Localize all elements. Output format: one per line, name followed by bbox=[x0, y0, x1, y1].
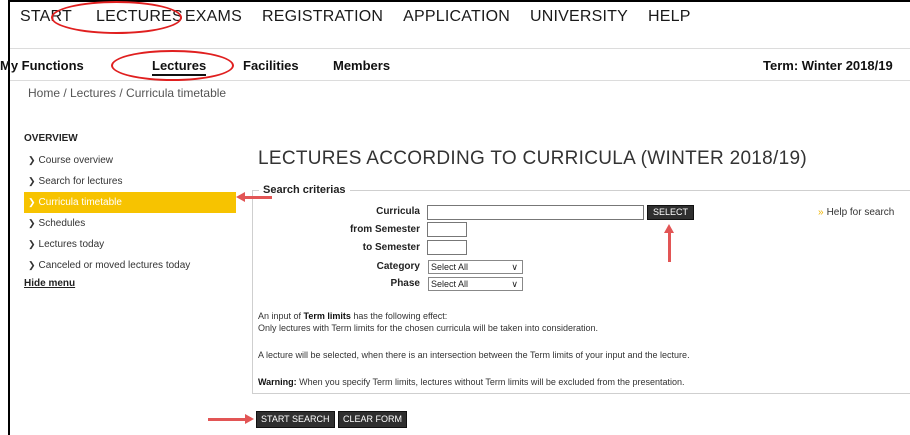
help-for-search-link[interactable]: » Help for search bbox=[818, 207, 894, 218]
top-nav-divider bbox=[10, 48, 910, 49]
to-semester-label: to Semester bbox=[362, 242, 420, 253]
info-consideration: Only lectures with Term limits for the c… bbox=[258, 323, 598, 333]
sub-nav-my-functions[interactable]: My Functions bbox=[0, 58, 84, 73]
sidebar-item-schedules[interactable]: ❯ Schedules bbox=[24, 213, 236, 234]
double-chevron-icon: » bbox=[818, 207, 824, 218]
curricula-label: Curricula bbox=[376, 206, 420, 217]
chevron-right-icon: ❯ bbox=[28, 176, 36, 186]
breadcrumb: Home / Lectures / Curricula timetable bbox=[28, 86, 227, 100]
top-nav-registration[interactable]: REGISTRATION bbox=[262, 8, 383, 32]
chevron-right-icon: ❯ bbox=[28, 239, 36, 249]
top-nav-application[interactable]: APPLICATION bbox=[403, 8, 510, 32]
sidebar-heading: OVERVIEW bbox=[24, 133, 78, 144]
sub-nav-facilities[interactable]: Facilities bbox=[243, 58, 299, 73]
sidebar-item-label: Search for lectures bbox=[38, 176, 123, 187]
sidebar-item-course-overview[interactable]: ❯ Course overview bbox=[24, 150, 236, 171]
info-text: has the following effect: bbox=[350, 311, 448, 321]
info-text: An input of bbox=[258, 311, 304, 321]
search-criteria-legend: Search criterias bbox=[263, 184, 346, 196]
sub-nav-divider bbox=[10, 80, 910, 81]
page-title: LECTURES ACCORDING TO CURRICULA (WINTER … bbox=[258, 148, 807, 169]
from-semester-input[interactable] bbox=[427, 222, 467, 237]
sidebar-item-lectures-today[interactable]: ❯ Lectures today bbox=[24, 234, 236, 255]
sidebar-item-label: Course overview bbox=[38, 155, 114, 166]
annotation-ring-lectures-sub bbox=[111, 50, 234, 81]
phase-select-value: Select All bbox=[431, 279, 469, 289]
sidebar-item-curricula-timetable[interactable]: ❯ Curricula timetable bbox=[24, 192, 236, 213]
top-nav-help[interactable]: HELP bbox=[648, 8, 691, 32]
chevron-right-icon: ❯ bbox=[28, 155, 36, 165]
info-warning: Warning: When you specify Term limits, l… bbox=[258, 377, 685, 387]
sidebar-item-label: Curricula timetable bbox=[38, 197, 122, 208]
info-intersection: A lecture will be selected, when there i… bbox=[258, 350, 690, 360]
info-bold: Term limits bbox=[303, 311, 351, 321]
help-link-label: Help for search bbox=[826, 207, 895, 218]
warning-bold: Warning: bbox=[258, 377, 297, 387]
to-semester-input[interactable] bbox=[427, 240, 467, 255]
annotation-arrow-sidebar bbox=[236, 192, 272, 202]
hide-menu-link[interactable]: Hide menu bbox=[24, 278, 236, 289]
annotation-ring-lectures-top bbox=[51, 1, 182, 34]
annotation-arrow-start-search bbox=[208, 414, 254, 424]
phase-label: Phase bbox=[390, 278, 420, 289]
top-nav-university[interactable]: UNIVERSITY bbox=[530, 8, 628, 32]
chevron-right-icon: ❯ bbox=[28, 260, 36, 270]
category-label: Category bbox=[376, 261, 420, 272]
phase-select[interactable]: Select All ∨ bbox=[428, 277, 523, 291]
sidebar: OVERVIEW ❯ Course overview ❯ Search for le… bbox=[24, 133, 236, 289]
top-nav-exams[interactable]: EXAMS bbox=[185, 8, 242, 32]
sidebar-item-label: Schedules bbox=[38, 218, 86, 229]
sub-nav-members[interactable]: Members bbox=[333, 58, 390, 73]
sidebar-item-label: Canceled or moved lectures today bbox=[38, 260, 191, 271]
sidebar-item-label: Lectures today bbox=[38, 239, 105, 250]
start-search-button[interactable]: START SEARCH bbox=[256, 411, 335, 428]
curricula-input[interactable] bbox=[427, 205, 644, 220]
term-indicator: Term: Winter 2018/19 bbox=[763, 58, 893, 73]
category-select-value: Select All bbox=[431, 262, 469, 272]
category-select[interactable]: Select All ∨ bbox=[428, 260, 523, 274]
chevron-right-icon: ❯ bbox=[28, 218, 36, 228]
chevron-down-icon: ∨ bbox=[511, 262, 518, 272]
info-term-limits: An input of Term limits has the followin… bbox=[258, 311, 447, 321]
sidebar-item-search-for-lectures[interactable]: ❯ Search for lectures bbox=[24, 171, 236, 192]
warning-text: When you specify Term limits, lectures w… bbox=[296, 377, 685, 387]
annotation-arrow-select bbox=[664, 224, 674, 262]
chevron-right-icon: ❯ bbox=[28, 197, 36, 207]
from-semester-label: from Semester bbox=[349, 224, 420, 235]
clear-form-button[interactable]: CLEAR FORM bbox=[338, 411, 408, 428]
sidebar-item-canceled-lectures[interactable]: ❯ Canceled or moved lectures today bbox=[24, 255, 236, 276]
chevron-down-icon: ∨ bbox=[511, 279, 518, 289]
select-button[interactable]: SELECT bbox=[647, 205, 695, 220]
